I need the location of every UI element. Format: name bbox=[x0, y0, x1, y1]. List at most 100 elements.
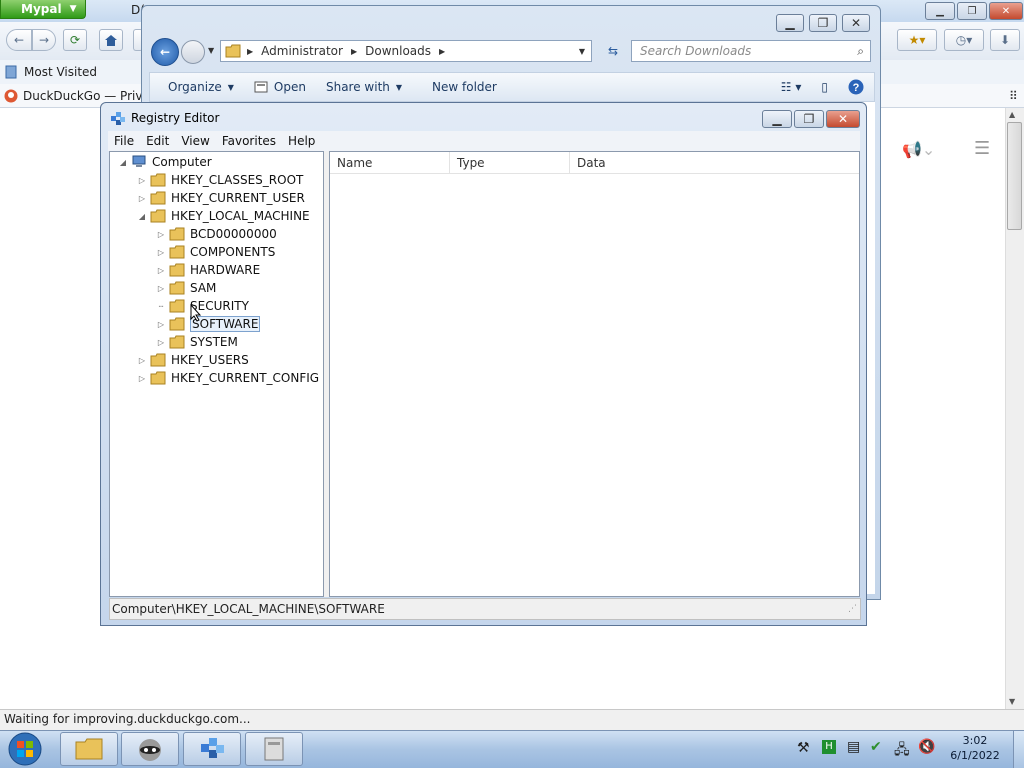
organize-button[interactable]: Organize ▼ bbox=[150, 73, 244, 101]
start-button[interactable] bbox=[4, 731, 46, 767]
menu-favorites[interactable]: Favorites bbox=[216, 134, 282, 148]
menu-file[interactable]: File bbox=[108, 134, 140, 148]
expand-icon[interactable]: ▷ bbox=[137, 194, 147, 203]
help-button[interactable]: ? bbox=[838, 73, 874, 101]
expand-icon[interactable]: ▷ bbox=[156, 266, 166, 275]
taskbar-clock[interactable]: 3:02 6/1/2022 bbox=[940, 733, 1010, 763]
refresh-icon: ⇆ bbox=[607, 44, 619, 58]
view-options-button[interactable]: ☷ ▾ bbox=[771, 73, 812, 101]
browser-scroll-thumb[interactable] bbox=[1007, 122, 1022, 230]
network-h-icon[interactable]: H bbox=[822, 740, 836, 754]
explorer-maximize-button[interactable]: ❐ bbox=[809, 14, 837, 32]
network-icon[interactable]: 🖧 bbox=[894, 739, 910, 763]
resize-grip-icon[interactable]: ⋰ bbox=[848, 604, 857, 614]
tree-node-hkey-current-user[interactable]: ▷ HKEY_CURRENT_USER bbox=[137, 189, 305, 207]
tree-node-hkey-classes-root[interactable]: ▷ HKEY_CLASSES_ROOT bbox=[137, 171, 303, 189]
breadcrumb-downloads[interactable]: Downloads bbox=[365, 44, 431, 58]
volume-muted-icon[interactable]: 🔇 bbox=[918, 739, 935, 755]
taskbar-explorer-button[interactable] bbox=[60, 732, 118, 766]
regedit-minimize-button[interactable]: ▁ bbox=[762, 110, 792, 128]
tree-node-hkey-local-machine[interactable]: ◢ HKEY_LOCAL_MACHINE bbox=[137, 207, 310, 225]
menu-edit[interactable]: Edit bbox=[140, 134, 175, 148]
expand-icon[interactable]: ▷ bbox=[156, 338, 166, 347]
expand-icon[interactable]: ▷ bbox=[156, 248, 166, 257]
regedit-maximize-button[interactable]: ❐ bbox=[794, 110, 824, 128]
forward-button[interactable]: → bbox=[32, 29, 56, 51]
column-header-data[interactable]: Data bbox=[570, 152, 859, 174]
reload-button[interactable]: ⟳ bbox=[63, 29, 87, 51]
tree-node-hardware[interactable]: ▷ HARDWARE bbox=[156, 261, 260, 279]
explorer-search-input[interactable]: Search Downloads ⌕ bbox=[631, 40, 871, 62]
bookmark-most-visited[interactable]: Most Visited bbox=[4, 65, 97, 79]
tree-node-system[interactable]: ▷ SYSTEM bbox=[156, 333, 238, 351]
browser-close-button[interactable]: ✕ bbox=[989, 2, 1023, 20]
share-with-button[interactable]: Share with ▼ bbox=[316, 73, 412, 101]
tree-node-computer[interactable]: ◢ Computer bbox=[118, 153, 212, 171]
breadcrumb-administrator[interactable]: Administrator bbox=[261, 44, 343, 58]
taskbar-browser-button[interactable] bbox=[121, 732, 179, 766]
bookmark-icon bbox=[5, 65, 17, 79]
open-button[interactable]: Open bbox=[244, 73, 316, 101]
column-header-type[interactable]: Type bbox=[450, 152, 570, 174]
tree-node-security[interactable]: ┄ SECURITY bbox=[156, 297, 249, 315]
expand-icon[interactable]: ▷ bbox=[156, 320, 166, 329]
scroll-up-icon[interactable]: ▲ bbox=[1009, 110, 1015, 119]
folder-icon bbox=[150, 371, 166, 385]
refresh-button[interactable]: ⇆ bbox=[600, 40, 626, 62]
column-header-name[interactable]: Name bbox=[330, 152, 450, 174]
preview-pane-button[interactable]: ▯ bbox=[811, 73, 838, 101]
expand-icon[interactable]: ▷ bbox=[137, 176, 147, 185]
tree-node-components[interactable]: ▷ COMPONENTS bbox=[156, 243, 275, 261]
explorer-close-button[interactable]: ✕ bbox=[842, 14, 870, 32]
registry-key-tree[interactable]: ◢ Computer ▷ HKEY_CLASSES_ROOT ▷ HKEY_CU… bbox=[109, 151, 324, 597]
history-button[interactable]: ◷▾ bbox=[944, 29, 984, 51]
address-history-dropdown-icon[interactable]: ▼ bbox=[579, 47, 585, 56]
tree-node-hkey-users[interactable]: ▷ HKEY_USERS bbox=[137, 351, 249, 369]
explorer-minimize-button[interactable]: ▁ bbox=[776, 14, 804, 32]
browser-tab-duckduckgo[interactable]: DuckDuckGo — Privac bbox=[4, 89, 156, 103]
regedit-close-button[interactable]: ✕ bbox=[826, 110, 860, 128]
home-button[interactable] bbox=[99, 29, 123, 51]
expand-icon[interactable]: ▷ bbox=[137, 374, 147, 383]
explorer-forward-button[interactable] bbox=[181, 40, 205, 64]
tree-node-hkey-current-config[interactable]: ▷ HKEY_CURRENT_CONFIG bbox=[137, 369, 319, 387]
expand-icon[interactable]: ▷ bbox=[137, 356, 147, 365]
tree-node-software[interactable]: ▷ SOFTWARE bbox=[156, 315, 261, 333]
folder-icon bbox=[169, 299, 185, 313]
bookmarks-menu-button[interactable]: ★▾ bbox=[897, 29, 937, 51]
duckduckgo-icon bbox=[4, 89, 18, 103]
scroll-down-icon[interactable]: ▼ bbox=[1009, 697, 1015, 706]
explorer-back-button[interactable]: ← bbox=[151, 38, 179, 66]
menu-help[interactable]: Help bbox=[282, 134, 321, 148]
recent-pages-icon[interactable]: ▼ bbox=[208, 46, 214, 55]
tree-node-sam[interactable]: ▷ SAM bbox=[156, 279, 216, 297]
browser-menu-button[interactable]: Mypal ▼ bbox=[0, 0, 86, 19]
chevron-down-icon: ▼ bbox=[395, 82, 403, 92]
explorer-address-bar[interactable]: ▶ Administrator ▶ Downloads ▶ ▼ bbox=[220, 40, 592, 62]
new-folder-button[interactable]: New folder bbox=[412, 73, 507, 101]
expand-icon[interactable]: ▷ bbox=[156, 284, 166, 293]
preview-pane-icon: ▯ bbox=[821, 80, 828, 94]
collapse-icon[interactable]: ◢ bbox=[137, 212, 147, 221]
taskbar-app-button[interactable] bbox=[245, 732, 303, 766]
tools-icon[interactable]: ⚒ bbox=[797, 740, 810, 756]
shield-check-icon[interactable]: ✔ bbox=[870, 739, 882, 755]
document-icon[interactable]: ▤ bbox=[847, 739, 860, 755]
browser-minimize-button[interactable]: ▁ bbox=[925, 2, 955, 20]
grid-icon[interactable]: ⠿ bbox=[1009, 89, 1018, 103]
menu-view[interactable]: View bbox=[175, 134, 215, 148]
browser-maximize-button[interactable]: ❐ bbox=[957, 2, 987, 20]
back-button[interactable]: ← bbox=[6, 29, 32, 51]
search-icon[interactable]: ⌕ bbox=[857, 44, 864, 59]
hamburger-menu-icon[interactable]: ☰ bbox=[974, 138, 990, 159]
taskbar-regedit-button[interactable] bbox=[183, 732, 241, 766]
show-desktop-button[interactable] bbox=[1013, 731, 1024, 768]
downloads-button[interactable]: ⬇ bbox=[990, 29, 1020, 51]
folder-icon bbox=[150, 353, 166, 367]
registry-values-list[interactable]: Name Type Data bbox=[329, 151, 860, 597]
speaker-icon[interactable]: 📢⌄ bbox=[902, 140, 935, 159]
expand-icon[interactable]: ▷ bbox=[156, 230, 166, 239]
registry-editor-icon bbox=[111, 112, 125, 125]
tree-node-bcd00000000[interactable]: ▷ BCD00000000 bbox=[156, 225, 277, 243]
collapse-icon[interactable]: ◢ bbox=[118, 158, 128, 167]
